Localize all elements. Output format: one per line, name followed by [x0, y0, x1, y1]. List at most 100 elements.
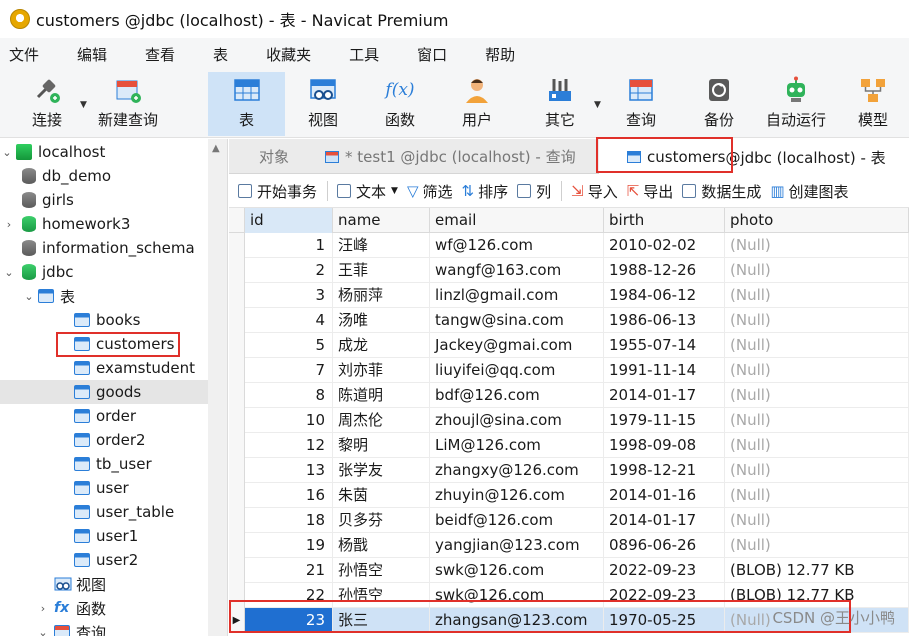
tab-query-test1[interactable]: * test1 @jdbc (localhost) - 查询 [321, 139, 593, 174]
table-row[interactable]: 5 成龙 Jackey@gmai.com 1955-07-14 (Null) [229, 333, 909, 358]
table-row[interactable]: 19 杨戬 yangjian@123.com 0896-06-26 (Null) [229, 533, 909, 558]
tree-table-user-table[interactable]: user_table [0, 500, 208, 524]
menu-help[interactable]: 帮助 [476, 44, 531, 65]
others-dropdown-arrow[interactable]: ▼ [594, 100, 601, 110]
export-button[interactable]: ⇱ 导出 [627, 181, 674, 202]
collapse-arrow-icon[interactable]: › [36, 602, 50, 615]
row-indicator[interactable] [229, 233, 245, 258]
connect-button[interactable]: 连接 [24, 72, 70, 136]
row-indicator[interactable] [229, 483, 245, 508]
cell-photo[interactable]: (Null) [725, 458, 909, 483]
menu-edit[interactable]: 编辑 [68, 44, 123, 65]
cell-birth[interactable]: 2014-01-16 [604, 483, 725, 508]
model-button[interactable]: 模型 [846, 72, 900, 136]
cell-name[interactable]: 黎明 [333, 433, 430, 458]
expand-arrow-icon[interactable]: ⌄ [22, 290, 36, 303]
column-header-email[interactable]: email [430, 208, 604, 233]
tree-table-books[interactable]: books [0, 308, 208, 332]
cell-name[interactable]: 贝多芬 [333, 508, 430, 533]
column-header-id[interactable]: id [245, 208, 333, 233]
expand-arrow-icon[interactable]: ⌄ [2, 266, 16, 279]
expand-arrow-icon[interactable]: ⌄ [36, 626, 50, 636]
tree-table-order2[interactable]: order2 [0, 428, 208, 452]
tree-db-jdbc[interactable]: ⌄ jdbc [0, 260, 208, 284]
row-indicator[interactable] [229, 258, 245, 283]
tree-table-order[interactable]: order [0, 404, 208, 428]
tree-db-homework3[interactable]: › homework3 [0, 212, 208, 236]
column-header-birth[interactable]: birth [604, 208, 725, 233]
tree-table-tb-user[interactable]: tb_user [0, 452, 208, 476]
cell-id[interactable]: 8 [245, 383, 333, 408]
table-row[interactable]: 1 汪峰 wf@126.com 2010-02-02 (Null) [229, 233, 909, 258]
tree-table-user2[interactable]: user2 [0, 548, 208, 572]
tree-table-examstudent[interactable]: examstudent [0, 356, 208, 380]
table-row[interactable]: 16 朱茵 zhuyin@126.com 2014-01-16 (Null) [229, 483, 909, 508]
cell-photo[interactable]: (Null) [725, 283, 909, 308]
table-row[interactable]: 13 张学友 zhangxy@126.com 1998-12-21 (Null) [229, 458, 909, 483]
cell-email[interactable]: swk@126.com [430, 558, 604, 583]
row-indicator[interactable] [229, 408, 245, 433]
row-indicator[interactable] [229, 308, 245, 333]
table-row[interactable]: 3 杨丽萍 linzl@gmail.com 1984-06-12 (Null) [229, 283, 909, 308]
row-indicator[interactable] [229, 433, 245, 458]
auto-run-button[interactable]: 自动运行 [763, 72, 829, 136]
cell-birth[interactable]: 2014-01-17 [604, 383, 725, 408]
tree-tables-group[interactable]: ⌄ 表 [0, 284, 208, 308]
cell-email[interactable]: wangf@163.com [430, 258, 604, 283]
cell-name[interactable]: 成龙 [333, 333, 430, 358]
column-header-name[interactable]: name [333, 208, 430, 233]
cell-name[interactable]: 张学友 [333, 458, 430, 483]
table-row[interactable]: 4 汤唯 tangw@sina.com 1986-06-13 (Null) [229, 308, 909, 333]
cell-photo[interactable]: (Null) [725, 358, 909, 383]
others-button[interactable]: 其它 [533, 72, 587, 136]
cell-email[interactable]: beidf@126.com [430, 508, 604, 533]
tree-table-user1[interactable]: user1 [0, 524, 208, 548]
cell-email[interactable]: wf@126.com [430, 233, 604, 258]
connect-dropdown-arrow[interactable]: ▼ [80, 100, 87, 110]
cell-name[interactable]: 汤唯 [333, 308, 430, 333]
cell-photo[interactable]: (Null) [725, 333, 909, 358]
cell-id[interactable]: 16 [245, 483, 333, 508]
query-button[interactable]: 查询 [614, 72, 668, 136]
cell-email[interactable]: liuyifei@qq.com [430, 358, 604, 383]
cell-photo[interactable]: (Null) [725, 383, 909, 408]
row-indicator[interactable] [229, 508, 245, 533]
scroll-up-arrow-icon[interactable]: ▲ [212, 143, 220, 154]
cell-id[interactable]: 12 [245, 433, 333, 458]
text-view-button[interactable]: 文本 ▼ [337, 181, 398, 202]
row-indicator[interactable] [229, 283, 245, 308]
column-header-photo[interactable]: photo [725, 208, 909, 233]
cell-email[interactable]: bdf@126.com [430, 383, 604, 408]
begin-transaction-button[interactable]: 开始事务 [238, 181, 317, 202]
row-indicator[interactable] [229, 358, 245, 383]
cell-id[interactable]: 1 [245, 233, 333, 258]
table-row[interactable]: 10 周杰伦 zhoujl@sina.com 1979-11-15 (Null) [229, 408, 909, 433]
cell-birth[interactable]: 1998-12-21 [604, 458, 725, 483]
row-indicator[interactable] [229, 458, 245, 483]
cell-name[interactable]: 杨戬 [333, 533, 430, 558]
tree-table-user[interactable]: user [0, 476, 208, 500]
menu-window[interactable]: 窗口 [408, 44, 463, 65]
cell-birth[interactable]: 2014-01-17 [604, 508, 725, 533]
cell-id[interactable]: 19 [245, 533, 333, 558]
row-indicator[interactable] [229, 333, 245, 358]
expand-arrow-icon[interactable]: ⌄ [0, 146, 14, 159]
cell-name[interactable]: 杨丽萍 [333, 283, 430, 308]
cell-birth[interactable]: 1979-11-15 [604, 408, 725, 433]
cell-birth[interactable]: 0896-06-26 [604, 533, 725, 558]
menu-table[interactable]: 表 [204, 44, 244, 65]
cell-id[interactable]: 18 [245, 508, 333, 533]
tab-objects[interactable]: 对象 [229, 139, 319, 174]
tree-queries-group[interactable]: ⌄ 查询 [0, 620, 208, 636]
cell-birth[interactable]: 2010-02-02 [604, 233, 725, 258]
cell-photo[interactable]: (Null) [725, 508, 909, 533]
cell-email[interactable]: zhuyin@126.com [430, 483, 604, 508]
table-row[interactable]: 8 陈道明 bdf@126.com 2014-01-17 (Null) [229, 383, 909, 408]
cell-id[interactable]: 3 [245, 283, 333, 308]
row-indicator[interactable] [229, 558, 245, 583]
collapse-arrow-icon[interactable]: › [2, 218, 16, 231]
tree-host-localhost[interactable]: ⌄ localhost [0, 140, 208, 164]
cell-photo[interactable]: (Null) [725, 233, 909, 258]
tree-functions-group[interactable]: › fx 函数 [0, 596, 208, 620]
cell-birth[interactable]: 1991-11-14 [604, 358, 725, 383]
